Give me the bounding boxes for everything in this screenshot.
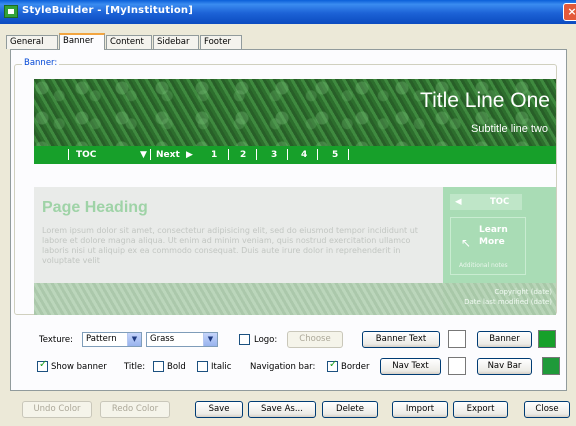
sidebar-toc: ◀ TOC: [450, 194, 522, 210]
chevron-down-icon: ▼: [140, 150, 147, 160]
nav-separator: [256, 149, 257, 160]
texture-value: Pattern: [86, 334, 117, 344]
tab-sidebar[interactable]: Sidebar: [153, 35, 199, 49]
banner-text-color-swatch[interactable]: [448, 330, 466, 348]
nav-bar-button[interactable]: Nav Bar: [477, 358, 532, 375]
banner-color-swatch[interactable]: [538, 330, 556, 348]
bold-label: Bold: [167, 362, 186, 372]
nav-bar-color-swatch[interactable]: [542, 357, 560, 375]
tab-general[interactable]: General: [6, 35, 58, 49]
nav-separator: [348, 149, 349, 160]
nav-5: 5: [332, 150, 339, 160]
learn-more: Learn More: [479, 225, 508, 247]
tab-footer[interactable]: Footer: [200, 35, 242, 49]
texture-label: Texture:: [39, 335, 73, 345]
logo-checkbox[interactable]: [239, 334, 250, 345]
app-icon: [4, 5, 18, 18]
navigation-bar-label: Navigation bar:: [250, 362, 316, 372]
chevron-down-icon: ▼: [127, 333, 141, 346]
footer-preview: Copyright (date) Date last modified (dat…: [34, 283, 556, 315]
export-button[interactable]: Export: [453, 401, 508, 418]
nav-separator: [317, 149, 318, 160]
additional-notes: Additional notes: [459, 262, 508, 269]
nav-next: Next: [156, 150, 180, 160]
save-as-button[interactable]: Save As...: [248, 401, 316, 418]
redo-color-button[interactable]: Redo Color: [100, 401, 170, 418]
date-modified-text: Date last modified (date): [464, 298, 552, 306]
choose-button[interactable]: Choose: [287, 331, 343, 348]
nav-2: 2: [240, 150, 247, 160]
tab-banner[interactable]: Banner: [59, 33, 105, 50]
import-button[interactable]: Import: [392, 401, 448, 418]
undo-color-button[interactable]: Undo Color: [22, 401, 92, 418]
border-label: Border: [341, 362, 370, 372]
stylebuilder-window: StyleBuilder - [MyInstitution] × General…: [0, 0, 576, 426]
banner-title: Title Line One: [420, 89, 550, 112]
close-button[interactable]: Close: [524, 401, 570, 418]
pattern-select[interactable]: Grass ▼: [146, 332, 218, 347]
delete-button[interactable]: Delete: [322, 401, 378, 418]
group-label: Banner:: [22, 58, 60, 68]
play-icon: ▶: [186, 150, 193, 160]
page-heading: Page Heading: [42, 199, 148, 216]
navigation-bar-preview: TOC ▼ Next ▶ 1 2 3 4 5: [34, 146, 556, 164]
nav-4: 4: [301, 150, 308, 160]
nav-separator: [68, 149, 69, 160]
bold-checkbox[interactable]: [153, 361, 164, 372]
title-label: Title:: [124, 362, 146, 372]
tab-content[interactable]: Content: [106, 35, 152, 49]
banner-subtitle: Subtitle line two: [470, 123, 548, 135]
close-icon[interactable]: ×: [563, 3, 576, 21]
nav-1: 1: [211, 150, 218, 160]
show-banner-label: Show banner: [51, 362, 107, 372]
copyright-text: Copyright (date): [494, 288, 552, 296]
nav-separator: [228, 149, 229, 160]
italic-checkbox[interactable]: [197, 361, 208, 372]
nav-separator: [287, 149, 288, 160]
save-button[interactable]: Save: [195, 401, 243, 418]
banner-text-button[interactable]: Banner Text: [362, 331, 440, 348]
border-checkbox[interactable]: [327, 359, 338, 372]
nav-3: 3: [271, 150, 278, 160]
texture-select[interactable]: Pattern ▼: [82, 332, 142, 347]
nav-separator: [150, 149, 151, 160]
italic-label: Italic: [211, 362, 232, 372]
chevron-down-icon: ▼: [203, 333, 217, 346]
title-bar: StyleBuilder - [MyInstitution] ×: [0, 0, 576, 24]
show-banner-checkbox[interactable]: [37, 359, 48, 372]
learn-more-box: ↖ Learn More Additional notes: [450, 217, 526, 275]
window-title: StyleBuilder - [MyInstitution]: [22, 5, 193, 16]
cursor-icon: ↖: [461, 236, 472, 250]
body-text: Lorem ipsum dolor sit amet, consectetur …: [42, 226, 418, 265]
nav-text-color-swatch[interactable]: [448, 357, 466, 375]
left-arrow-icon: ◀: [455, 197, 462, 207]
banner-button[interactable]: Banner: [477, 331, 532, 348]
nav-text-button[interactable]: Nav Text: [380, 358, 441, 375]
logo-label: Logo:: [254, 335, 278, 345]
pattern-value: Grass: [150, 334, 175, 344]
nav-toc: TOC: [76, 150, 97, 160]
sidebar-toc-label: TOC: [490, 197, 510, 207]
